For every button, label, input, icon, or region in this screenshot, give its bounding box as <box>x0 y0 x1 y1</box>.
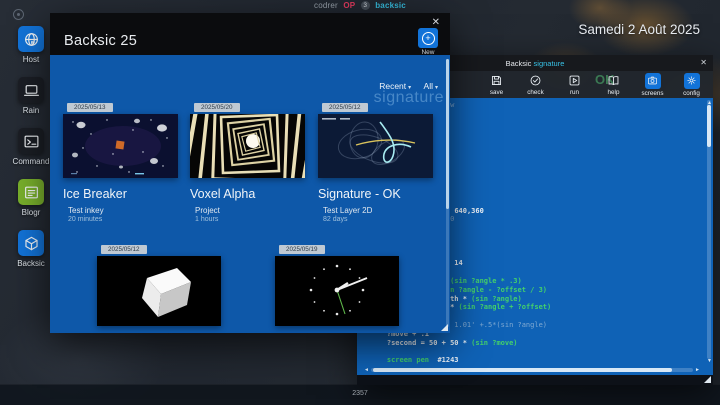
tile-date-badge: 2025/05/20 <box>194 103 240 112</box>
close-icon[interactable]: ✕ <box>700 58 707 67</box>
sidebar-item-command[interactable]: Command <box>8 128 54 166</box>
sidebar-item-label: Backsic <box>8 259 54 268</box>
code-panel-bottom-strip <box>357 375 713 385</box>
project-tile[interactable]: 2025/05/20 Voxel Alpha Project1 hours <box>190 96 305 223</box>
chevron-down-icon: ▾ <box>408 85 411 91</box>
tile-thumbnail-space <box>63 114 178 178</box>
resize-grip-icon[interactable] <box>704 376 711 383</box>
check-icon <box>528 73 543 88</box>
taskbar-clock[interactable]: 2357 <box>0 390 720 397</box>
filter-bar: Recent▾ All▾ <box>369 81 438 91</box>
tile-thumbnail-cube <box>97 256 221 326</box>
user-name: codrer <box>314 1 338 10</box>
user-strip: codrer OP 3 backsic <box>0 1 720 10</box>
sidebar-item-blogr[interactable]: Blogr <box>8 179 54 217</box>
tile-subtitle: Test Layer 2D <box>323 206 433 215</box>
scroll-left-icon[interactable]: ◄ <box>364 368 369 373</box>
close-icon[interactable]: ✕ <box>432 17 440 28</box>
sidebar-item-label: Rain <box>8 106 54 115</box>
tile-title: Voxel Alpha <box>190 187 305 201</box>
toolbar-button-label: help <box>608 89 620 96</box>
window-title: Backsic 25 <box>64 33 137 49</box>
screens-button[interactable]: screens <box>633 71 672 98</box>
tile-date-badge: 2025/05/12 <box>322 103 368 112</box>
toolbar-button-label: check <box>527 89 543 96</box>
sidebar: Host Rain Command Blogr Backsic <box>8 26 54 281</box>
project-grid: signature Recent▾ All▾ 2025/05/13Ice Bre… <box>50 55 450 333</box>
project-browser-window: Backsic 25 ✕ + New signature Recent▾ All… <box>50 13 450 333</box>
save-icon <box>489 73 504 88</box>
check-button[interactable]: check <box>516 71 555 98</box>
scroll-right-icon[interactable]: ► <box>695 368 700 373</box>
code-panel-title-accent: signature <box>534 59 565 68</box>
cube-icon <box>18 230 44 256</box>
chevron-down-icon: ▾ <box>435 85 438 91</box>
tile-meta: 20 minutes <box>68 216 178 223</box>
horizontal-scrollbar[interactable] <box>371 368 693 372</box>
tile-date-badge: 2025/05/13 <box>67 103 113 112</box>
filter-all[interactable]: All▾ <box>424 81 438 91</box>
op-badge: OP <box>343 1 355 10</box>
tile-thumbnail-clock <box>275 256 399 326</box>
project-tile[interactable]: 2025/05/13 Ice Breaker Test inkey20 minute… <box>63 96 178 223</box>
laptop-icon <box>18 77 44 103</box>
run-button[interactable]: run <box>555 71 594 98</box>
screens-icon <box>645 73 661 89</box>
vertical-scroll-thumb[interactable] <box>446 59 449 209</box>
tile-title: Ice Breaker <box>63 187 178 201</box>
globe-icon <box>18 26 44 52</box>
new-project-button[interactable]: + <box>418 28 438 48</box>
vertical-scroll-thumb[interactable] <box>707 105 711 147</box>
config-icon <box>684 73 700 89</box>
sidebar-item-label: Command <box>8 157 54 166</box>
terminal-icon <box>18 128 44 154</box>
help-icon <box>606 73 621 88</box>
toolbar-button-label: save <box>490 89 503 96</box>
config-button[interactable]: config <box>672 71 711 98</box>
code-line <box>370 347 701 356</box>
toolbar-button-label: config <box>683 90 700 97</box>
tile-meta: 1 hours <box>195 216 305 223</box>
help-button[interactable]: help <box>594 71 633 98</box>
blog-icon <box>18 179 44 205</box>
tile-meta: 82 days <box>323 216 433 223</box>
sidebar-item-backsic[interactable]: Backsic <box>8 230 54 268</box>
project-tile[interactable]: 2025/05/12 <box>97 238 221 326</box>
toolbar-buttons: save check run help screens config <box>477 71 711 98</box>
save-button[interactable]: save <box>477 71 516 98</box>
sidebar-item-host[interactable]: Host <box>8 26 54 64</box>
tile-date-badge: 2025/05/19 <box>279 245 325 254</box>
desktop-status-icon <box>13 9 24 20</box>
tile-thumbnail-voxel <box>190 114 305 178</box>
vertical-scrollbar[interactable] <box>446 59 449 327</box>
sidebar-item-label: Host <box>8 55 54 64</box>
code-line: ?second = 50 + 50 * (sin ?move) <box>370 339 701 348</box>
toolbar-button-label: run <box>570 89 579 96</box>
app-name: backsic <box>375 1 406 10</box>
project-tile[interactable]: 2025/05/19 <box>275 238 399 326</box>
tile-date-badge: 2025/05/12 <box>101 245 147 254</box>
filter-recent[interactable]: Recent▾ <box>379 81 411 91</box>
run-icon <box>567 73 582 88</box>
tile-title: Signature - OK <box>318 187 433 201</box>
plus-icon: + <box>422 32 435 45</box>
taskbar: 2357 <box>0 384 720 405</box>
code-line: screen pen #1243 <box>370 356 701 365</box>
horizontal-scroll-thumb[interactable] <box>373 368 672 372</box>
sidebar-item-label: Blogr <box>8 208 54 217</box>
window-titlebar: Backsic 25 ✕ + New <box>50 13 450 55</box>
project-tile[interactable]: 2025/05/12 Signature - OK Test Layer 2D82 … <box>318 96 433 223</box>
tile-subtitle: Test inkey <box>68 206 178 215</box>
sidebar-item-rain[interactable]: Rain <box>8 77 54 115</box>
desktop-date: Samedi 2 Août 2025 <box>578 22 700 37</box>
vertical-scrollbar[interactable] <box>707 100 711 359</box>
resize-grip-icon[interactable] <box>441 324 448 331</box>
toolbar-button-label: screens <box>641 90 663 97</box>
tile-thumbnail-signature <box>318 114 433 178</box>
tile-subtitle: Project <box>195 206 305 215</box>
scroll-down-icon[interactable]: ▼ <box>707 359 712 364</box>
count-badge: 3 <box>361 1 370 10</box>
